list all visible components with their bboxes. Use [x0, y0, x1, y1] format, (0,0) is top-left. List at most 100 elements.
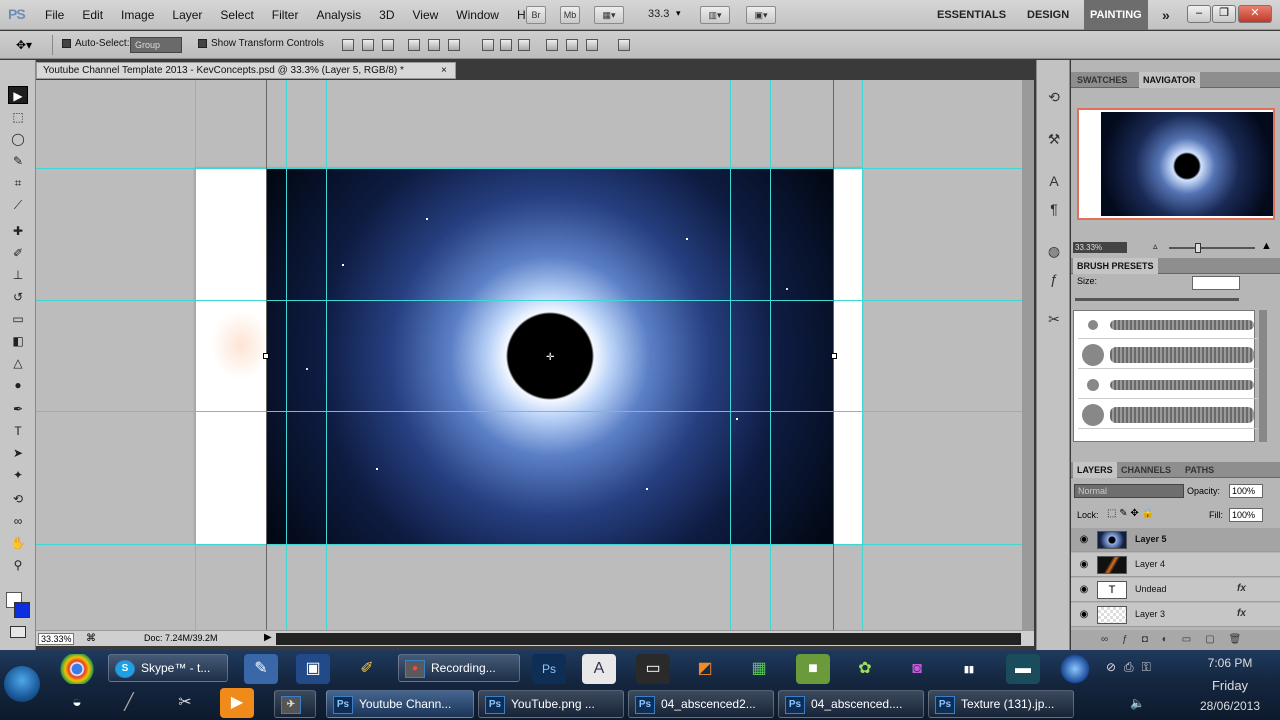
hand-tool-icon[interactable]: ✋ — [8, 534, 28, 552]
mini-bridge-button[interactable]: Mb — [560, 6, 580, 24]
zoom-slider-thumb[interactable] — [1195, 243, 1201, 253]
bridge-button[interactable]: Br — [526, 6, 546, 24]
eraser-tool-icon[interactable]: ▭ — [8, 310, 28, 328]
align-vcenter-icon[interactable] — [362, 39, 374, 51]
guide-vertical[interactable] — [195, 80, 196, 630]
tray-icons-top[interactable]: ⊘⎙⚿ — [1106, 660, 1159, 675]
tab-layers[interactable]: LAYERS — [1073, 462, 1117, 478]
character-panel-icon[interactable]: A — [1045, 172, 1063, 190]
history-brush-tool-icon[interactable]: ↺ — [8, 288, 28, 306]
type-tool-icon[interactable]: T — [8, 422, 28, 440]
workspace-design[interactable]: DESIGN — [1027, 0, 1069, 30]
document-tab[interactable]: Youtube Channel Template 2013 - KevConce… — [36, 62, 456, 79]
close-tab-icon[interactable]: × — [441, 63, 447, 78]
view-extras-button[interactable]: ▦▾ — [594, 6, 624, 24]
distribute-bottom-icon[interactable] — [518, 39, 530, 51]
taskbar-app-window[interactable]: ✈ — [274, 690, 316, 718]
taskbar-task-1[interactable]: Ps Youtube Chann... — [326, 690, 474, 718]
history-panel-icon[interactable]: ⟲ — [1045, 88, 1063, 106]
shape-tool-icon[interactable]: ✦ — [8, 466, 28, 484]
stamp-tool-icon[interactable]: ⊥ — [8, 266, 28, 284]
screen-mode-button[interactable]: ▣▾ — [746, 6, 776, 24]
transform-handle-right[interactable] — [831, 353, 837, 359]
screen-app-icon[interactable]: ▬ — [1006, 654, 1040, 684]
tab-swatches[interactable]: SWATCHES — [1073, 72, 1131, 88]
distribute-hcenter-icon[interactable] — [566, 39, 578, 51]
vertical-scrollbar[interactable] — [1022, 80, 1034, 630]
mlg-app-icon[interactable]: ▮▮ — [952, 654, 986, 684]
zoom-out-icon[interactable]: ▵ — [1153, 241, 1158, 252]
minecraft-icon[interactable]: ■ — [796, 654, 830, 684]
status-info-icon[interactable]: ⌘ — [86, 633, 96, 644]
taskbar-skype[interactable]: S Skype™ - t... — [108, 654, 228, 682]
workspace-painting[interactable]: PAINTING — [1084, 0, 1148, 30]
photoshop-icon[interactable]: Ps — [532, 654, 566, 684]
brush-size-slider[interactable] — [1075, 298, 1239, 301]
brush-preset[interactable] — [1078, 371, 1258, 399]
chrome-icon[interactable] — [60, 654, 94, 684]
tab-paths[interactable]: PATHS — [1181, 462, 1218, 478]
align-left-icon[interactable] — [408, 39, 420, 51]
zoom-in-icon[interactable]: ▲ — [1261, 240, 1272, 252]
lasso-tool-icon[interactable]: ◯ — [8, 130, 28, 148]
background-color-swatch[interactable] — [14, 602, 30, 618]
brush-list-scrollbar[interactable] — [1259, 310, 1267, 442]
horizontal-scrollbar[interactable] — [276, 633, 1021, 645]
layer-effects-icon[interactable]: fx — [1237, 583, 1246, 594]
menu-analysis[interactable]: Analysis — [307, 8, 370, 22]
menu-layer[interactable]: Layer — [163, 8, 211, 22]
transform-bounding-box[interactable] — [266, 80, 834, 630]
menu-edit[interactable]: Edit — [73, 8, 112, 22]
layers-panel-footer[interactable]: ∞ƒ◘◐▭▢🗑 — [1071, 630, 1280, 650]
3d-orbit-tool-icon[interactable]: ∞ — [8, 512, 28, 530]
fill-field[interactable]: 100% — [1229, 508, 1263, 522]
menu-view[interactable]: View — [403, 8, 447, 22]
quick-select-tool-icon[interactable]: ✎ — [8, 152, 28, 170]
zoom-level[interactable]: 33.3 — [648, 8, 669, 20]
brush-preset[interactable] — [1078, 401, 1258, 429]
taskbar-task-5[interactable]: Ps Texture (131).jp... — [928, 690, 1074, 718]
minimize-button[interactable]: – — [1187, 5, 1211, 23]
brush-size-field[interactable] — [1192, 276, 1240, 290]
visibility-eye-icon[interactable]: ◉ — [1078, 534, 1090, 546]
distribute-right-icon[interactable] — [586, 39, 598, 51]
restore-button[interactable]: ❐ — [1212, 5, 1236, 23]
visibility-eye-icon[interactable]: ◉ — [1078, 584, 1090, 596]
taskbar-task-2[interactable]: Ps YouTube.png ... — [478, 690, 624, 718]
pen-tool-icon[interactable]: ✒ — [8, 400, 28, 418]
tool-app-icon[interactable]: ✐ — [350, 654, 384, 684]
marquee-tool-icon[interactable]: ⬚ — [8, 108, 28, 126]
brush-preset[interactable] — [1078, 341, 1258, 369]
more-workspaces-icon[interactable]: » — [1162, 0, 1170, 30]
status-zoom-field[interactable]: 33.33% — [38, 633, 74, 645]
menu-window[interactable]: Window — [447, 8, 508, 22]
menu-select[interactable]: Select — [211, 8, 262, 22]
arrange-documents-button[interactable]: ▥▾ — [700, 6, 730, 24]
layer-row-layer3[interactable]: ◉ Layer 3 fx — [1071, 603, 1280, 627]
auto-select-dropdown[interactable]: Group — [130, 37, 182, 53]
healing-tool-icon[interactable]: ✚ — [8, 222, 28, 240]
distribute-left-icon[interactable] — [546, 39, 558, 51]
align-bottom-icon[interactable] — [382, 39, 394, 51]
guide-vertical[interactable] — [862, 80, 863, 630]
quick-mask-icon[interactable] — [10, 626, 26, 638]
clone-source-icon[interactable]: ✂ — [1045, 310, 1063, 328]
tab-navigator[interactable]: NAVIGATOR — [1139, 72, 1200, 88]
transform-handle-left[interactable] — [263, 353, 269, 359]
brush-presets-list[interactable] — [1073, 310, 1258, 442]
lock-icons[interactable]: ⬚ ✎ ✥ 🔒 — [1107, 508, 1154, 519]
path-select-tool-icon[interactable]: ➤ — [8, 444, 28, 462]
layer-row-layer4[interactable]: ◉ Layer 4 — [1071, 553, 1280, 577]
adjustments-panel-icon[interactable]: ƒ — [1045, 270, 1063, 288]
navigator-preview[interactable] — [1077, 108, 1275, 220]
distribute-vcenter-icon[interactable] — [500, 39, 512, 51]
brush-preset[interactable] — [1078, 311, 1258, 339]
spreadsheet-app-icon[interactable]: ▦ — [742, 654, 776, 684]
media-app-icon[interactable]: ▭ — [636, 654, 670, 684]
monitor-app-icon[interactable]: ▣ — [296, 654, 330, 684]
align-hcenter-icon[interactable] — [428, 39, 440, 51]
tab-brush-presets[interactable]: BRUSH PRESETS — [1073, 258, 1158, 274]
brush-tool-icon[interactable]: ✐ — [8, 244, 28, 262]
taskbar-task-4[interactable]: Ps 04_abscenced.... — [778, 690, 924, 718]
folder-app-icon[interactable]: ◩ — [688, 654, 722, 684]
